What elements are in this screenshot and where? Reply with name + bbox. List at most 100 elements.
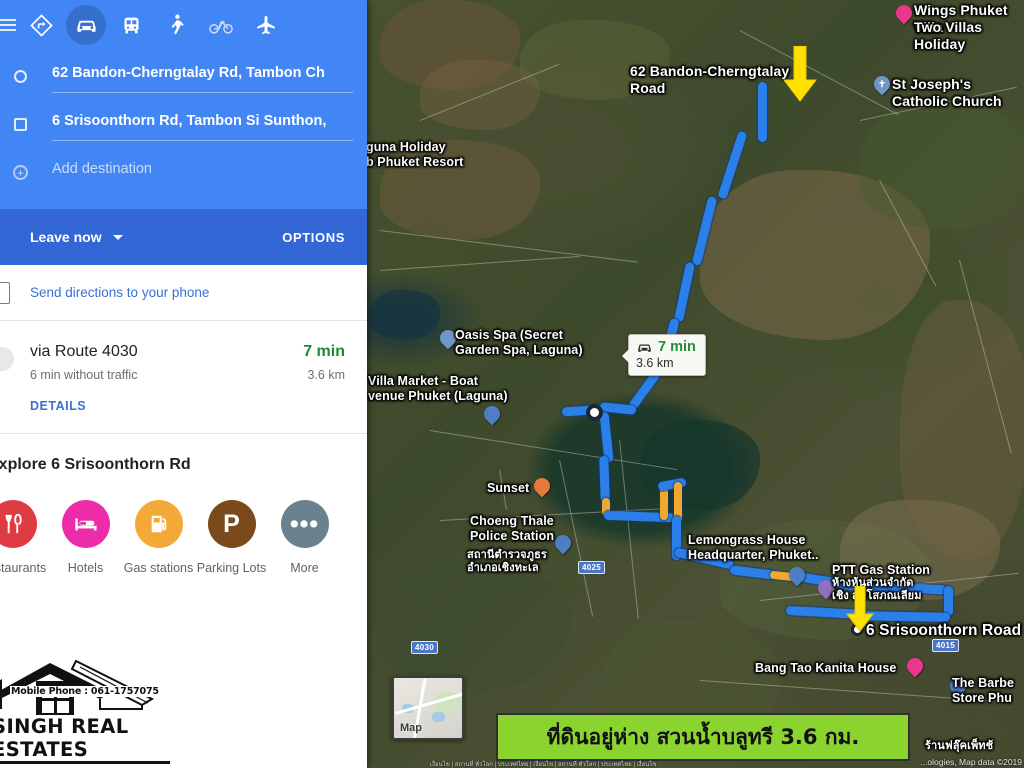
chevron-down-icon[interactable] bbox=[112, 234, 123, 240]
menu-icon[interactable] bbox=[0, 19, 16, 31]
mode-flights-button[interactable] bbox=[246, 5, 286, 45]
mode-walking-button[interactable] bbox=[156, 5, 196, 45]
logo-roof-graphic: Mobile Phone : 061-1757075 bbox=[0, 659, 170, 717]
route-distance: 3.6 km bbox=[307, 368, 345, 382]
logo-brand-text: SINGH REAL ESTATES bbox=[0, 715, 170, 764]
add-destination-row[interactable]: + Add destination bbox=[13, 154, 367, 195]
origin-highlight-arrow bbox=[782, 45, 818, 107]
map-type-label: Map bbox=[400, 722, 422, 734]
route-waypoint-node[interactable] bbox=[586, 404, 603, 421]
poi-ptt-gas[interactable] bbox=[814, 576, 838, 601]
poi-wings-phuket[interactable] bbox=[892, 1, 916, 26]
flight-icon bbox=[257, 16, 275, 34]
explore-category-label: Hotels bbox=[67, 561, 104, 575]
departure-options-bar[interactable]: Leave now OPTIONS bbox=[0, 209, 367, 265]
terrain-patch bbox=[640, 420, 760, 510]
route-details-button[interactable]: DETAILS bbox=[30, 399, 345, 413]
restaurant-icon[interactable] bbox=[0, 500, 37, 548]
route-segment-traffic bbox=[660, 486, 668, 520]
map-label-oasis-spa: Oasis Spa (Secret Garden Spa, Laguna) bbox=[455, 328, 583, 357]
origin-input[interactable]: 62 Bandon-Cherngtalay Rd, Tambon Ch bbox=[52, 65, 353, 81]
route-car-icon bbox=[0, 347, 14, 371]
map-road bbox=[499, 470, 507, 510]
route-segment bbox=[758, 82, 767, 142]
pin-head-icon bbox=[892, 1, 916, 25]
mode-directions-button[interactable] bbox=[21, 5, 61, 45]
add-destination-placeholder[interactable]: Add destination bbox=[52, 161, 353, 177]
poi-villa-market[interactable] bbox=[480, 402, 504, 427]
travel-mode-bar[interactable] bbox=[0, 0, 367, 50]
route-segment bbox=[599, 455, 610, 503]
add-destination-icon[interactable]: + bbox=[13, 165, 28, 180]
map-type-toggle[interactable]: Map bbox=[392, 676, 464, 740]
map-label-ptt-gas-station: PTT Gas Station bbox=[832, 563, 931, 577]
poi-kanita-house[interactable] bbox=[903, 654, 927, 679]
promo-banner: ที่ดินอยู่ห่าง สวนน้ำบลูทรี 3.6 กม. bbox=[496, 713, 910, 761]
poi-sunset[interactable] bbox=[530, 474, 554, 499]
map-road bbox=[379, 230, 639, 263]
route-segment bbox=[599, 411, 614, 463]
map-label-wings-phuket-villa: Wings Phuket Villa bbox=[914, 2, 1008, 35]
route-segment bbox=[673, 261, 696, 323]
pin-head-icon bbox=[814, 576, 838, 600]
route-segment bbox=[861, 611, 951, 622]
pin-head-icon bbox=[946, 674, 970, 698]
pin-glyph-icon: ✝ bbox=[878, 78, 886, 89]
transit-icon bbox=[124, 17, 138, 33]
leave-now-dropdown[interactable]: Leave now bbox=[30, 229, 123, 245]
map-label-villa-market: Villa Market - Boat venue Phuket (Laguna… bbox=[368, 374, 508, 403]
poi-police-station[interactable] bbox=[551, 531, 575, 556]
map-road bbox=[420, 63, 560, 121]
explore-title: Explore 6 Srisoonthorn Rd bbox=[0, 456, 191, 473]
map-label-two-villas-holiday: Two Villas Holiday bbox=[914, 19, 983, 52]
mode-cycling-button[interactable] bbox=[201, 5, 241, 45]
pin-head-icon bbox=[903, 654, 927, 678]
map-label-choeng-thale-police-thai: สถานีตำรวจภูธร อำเภอเชิงทะเล bbox=[467, 549, 547, 574]
destination-input[interactable]: 6 Srisoonthorn Rd, Tambon Si Sunthon, bbox=[52, 113, 353, 129]
origin-row[interactable]: 62 Bandon-Cherngtalay Rd, Tambon Ch bbox=[14, 58, 367, 99]
directions-panel[interactable]: 62 Bandon-Cherngtalay Rd, Tambon Ch 6 Sr… bbox=[0, 0, 367, 768]
route-segment bbox=[691, 195, 718, 267]
map-attribution: ...ologies, Map data ©2019 bbox=[920, 757, 1022, 767]
explore-category-more[interactable]: ••• More bbox=[268, 500, 341, 575]
map-label-bang-tao-kanita: Bang Tao Kanita House bbox=[755, 661, 897, 675]
gas-station-icon[interactable] bbox=[134, 500, 183, 548]
terrain-patch bbox=[380, 0, 520, 90]
car-icon bbox=[76, 20, 96, 32]
leave-now-label: Leave now bbox=[30, 229, 102, 245]
map-label-destination-road-label: 6 Srisoonthorn Road bbox=[866, 622, 1022, 639]
map-label-sunset: Sunset bbox=[487, 481, 530, 495]
options-button[interactable]: OPTIONS bbox=[282, 230, 345, 245]
map-road bbox=[879, 180, 937, 287]
poi-lemongrass[interactable] bbox=[785, 563, 809, 588]
route-result-card[interactable]: via Route 4030 7 min 6 min without traff… bbox=[0, 321, 367, 427]
origin-dot-icon bbox=[14, 70, 27, 83]
pin-head-icon bbox=[785, 563, 809, 587]
pin-head-icon bbox=[530, 474, 554, 498]
explore-category-hotels[interactable]: Hotels bbox=[49, 500, 122, 575]
road-shield-4015: 4015 bbox=[932, 639, 959, 652]
mode-transit-button[interactable] bbox=[111, 5, 151, 45]
poi-barber-store[interactable] bbox=[946, 674, 970, 699]
route-duration-badge[interactable]: 7 min 3.6 km bbox=[622, 334, 706, 376]
logo-phone-text: Mobile Phone : 061-1757075 bbox=[10, 686, 160, 697]
route-traffic-note: 6 min without traffic bbox=[30, 368, 138, 382]
terrain-patch bbox=[700, 170, 930, 340]
poi-st-josephs[interactable]: ✝ bbox=[870, 72, 894, 97]
route-name: via Route 4030 bbox=[30, 343, 138, 360]
explore-category-list[interactable]: Restaurants Hotels Gas stations P Parking Lo… bbox=[0, 500, 367, 575]
explore-category-gas-stations[interactable]: Gas stations bbox=[122, 500, 195, 575]
directions-icon bbox=[29, 13, 53, 37]
destination-row[interactable]: 6 Srisoonthorn Rd, Tambon Si Sunthon, bbox=[14, 106, 367, 147]
poi-oasis-spa[interactable] bbox=[436, 326, 460, 351]
parking-icon[interactable]: P bbox=[207, 500, 256, 548]
map-attribution-strip: เงื่อนไข | สถานที่ ทั่วโลก | ประเทศไทย |… bbox=[430, 762, 657, 768]
more-icon[interactable]: ••• bbox=[280, 500, 329, 548]
mode-driving-button[interactable] bbox=[66, 5, 106, 45]
explore-category-restaurants[interactable]: Restaurants bbox=[0, 500, 49, 575]
route-segment bbox=[717, 130, 748, 200]
hotel-icon[interactable] bbox=[61, 500, 110, 548]
explore-category-parking-lots[interactable]: P Parking Lots bbox=[195, 500, 268, 575]
road-shield-4030: 4030 bbox=[411, 641, 438, 654]
send-to-phone-row[interactable]: Send directions to your phone bbox=[0, 265, 367, 321]
